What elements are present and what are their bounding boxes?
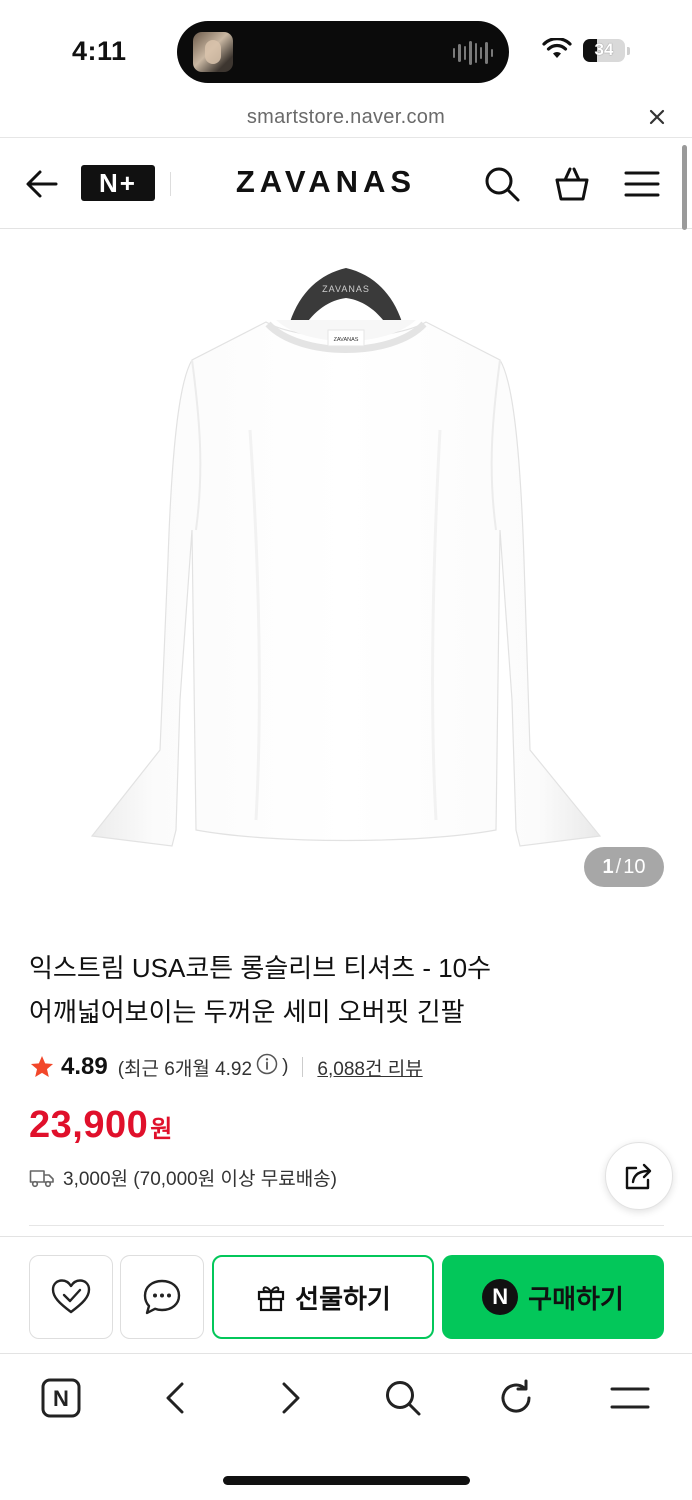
dynamic-island[interactable] xyxy=(177,21,509,83)
naver-home-button[interactable]: N xyxy=(39,1376,83,1420)
section-divider xyxy=(29,1225,664,1226)
store-header: N+ ZAVANAS xyxy=(0,139,692,229)
browser-toolbar: N xyxy=(0,1356,692,1440)
image-counter: 1 / 10 xyxy=(584,847,664,887)
price-amount: 23,900 xyxy=(29,1104,149,1146)
shopping-basket-icon xyxy=(555,167,589,201)
status-time: 4:11 xyxy=(72,36,127,66)
battery-icon: 34 xyxy=(583,39,630,62)
naver-plus-badge[interactable]: N+ xyxy=(81,165,155,201)
recent-rating: (최근 6개월 4.92 xyxy=(117,1058,253,1080)
back-button[interactable] xyxy=(20,162,64,206)
rating-row: 4.89 (최근 6개월 4.92 ) 6,088건 리뷰 xyxy=(29,1051,423,1083)
chevron-left-icon xyxy=(166,1382,184,1414)
gift-button-label: 선물하기 xyxy=(295,1283,391,1314)
browser-url-bar[interactable]: smartstore.naver.com xyxy=(0,100,692,138)
page-scrollbar[interactable] xyxy=(682,145,687,230)
image-counter-separator: / xyxy=(615,855,622,878)
status-bar: 4:11 34 xyxy=(0,0,692,100)
product-title: 익스트림 USA코튼 롱슬리브 티셔츠 - 10수 어깨넓어보이는 두꺼운 세미… xyxy=(29,946,589,1034)
hamburger-menu-icon xyxy=(610,1387,650,1409)
close-icon[interactable] xyxy=(644,104,670,130)
naver-home-icon: N xyxy=(41,1378,81,1418)
rating-score: 4.89 xyxy=(61,1053,108,1080)
browser-menu-button[interactable] xyxy=(608,1376,652,1420)
image-counter-total: 10 xyxy=(623,855,646,878)
browser-back-button[interactable] xyxy=(154,1376,198,1420)
info-icon[interactable] xyxy=(256,1053,278,1081)
now-playing-thumbnail[interactable] xyxy=(193,32,233,72)
header-divider xyxy=(170,172,171,196)
arrow-left-icon xyxy=(26,170,58,198)
gift-icon xyxy=(258,1286,285,1312)
browser-search-button[interactable] xyxy=(381,1376,425,1420)
wifi-icon xyxy=(542,38,572,58)
neck-label-text: ZAVANAS xyxy=(334,337,359,343)
refresh-icon xyxy=(501,1379,531,1413)
chevron-right-icon xyxy=(282,1382,300,1414)
search-icon xyxy=(485,167,520,202)
url-text[interactable]: smartstore.naver.com xyxy=(0,106,692,129)
browser-forward-button[interactable] xyxy=(268,1376,312,1420)
menu-button[interactable] xyxy=(620,162,664,206)
review-count-link[interactable]: 6,088건 리뷰 xyxy=(317,1054,422,1081)
wishlist-button[interactable] xyxy=(29,1255,113,1339)
search-icon xyxy=(386,1381,421,1416)
naver-pay-logo-icon: N xyxy=(482,1279,519,1315)
image-counter-current: 1 xyxy=(602,855,614,878)
store-brand-logo[interactable]: ZAVANAS xyxy=(190,164,442,200)
buy-button[interactable]: N 구매하기 xyxy=(442,1255,664,1339)
shipping-text: 3,000원 (70,000원 이상 무료배송) xyxy=(63,1169,337,1190)
heart-check-icon xyxy=(51,1279,91,1314)
home-indicator[interactable] xyxy=(223,1476,470,1485)
star-icon xyxy=(30,1055,54,1077)
audio-waveform-icon xyxy=(453,39,493,67)
share-icon xyxy=(625,1163,652,1190)
chat-button[interactable] xyxy=(120,1255,204,1339)
chat-bubble-icon xyxy=(143,1279,181,1315)
product-image-gallery[interactable]: ZAVANAS ZAVANAS 1 / 10 xyxy=(0,230,692,910)
refresh-button[interactable] xyxy=(494,1376,538,1420)
recent-rating-close: ) xyxy=(282,1056,289,1077)
hamburger-menu-icon xyxy=(624,171,660,197)
naver-home-letter: N xyxy=(53,1386,69,1411)
product-image[interactable]: ZAVANAS ZAVANAS xyxy=(0,230,692,910)
product-title-line-2: 어깨넓어보이는 두꺼운 세미 오버핏 긴팔 xyxy=(29,997,465,1027)
cart-button[interactable] xyxy=(550,162,594,206)
price-currency: 원 xyxy=(150,1116,173,1143)
product-title-line-1: 익스트림 USA코튼 롱슬리브 티셔츠 - 10수 xyxy=(29,953,492,983)
buy-button-label: 구매하기 xyxy=(528,1283,624,1314)
shipping-info: 3,000원 (70,000원 이상 무료배송) xyxy=(29,1164,337,1191)
gift-button[interactable]: 선물하기 xyxy=(212,1255,434,1339)
search-button[interactable] xyxy=(480,162,524,206)
truck-icon xyxy=(29,1169,54,1187)
hanger-brand-text: ZAVANAS xyxy=(322,284,370,294)
rating-divider xyxy=(302,1057,304,1077)
price: 23,900 원 xyxy=(29,1104,172,1147)
share-button[interactable] xyxy=(605,1142,673,1210)
purchase-action-bar: 선물하기 N 구매하기 xyxy=(0,1236,692,1354)
battery-level: 34 xyxy=(594,40,614,59)
